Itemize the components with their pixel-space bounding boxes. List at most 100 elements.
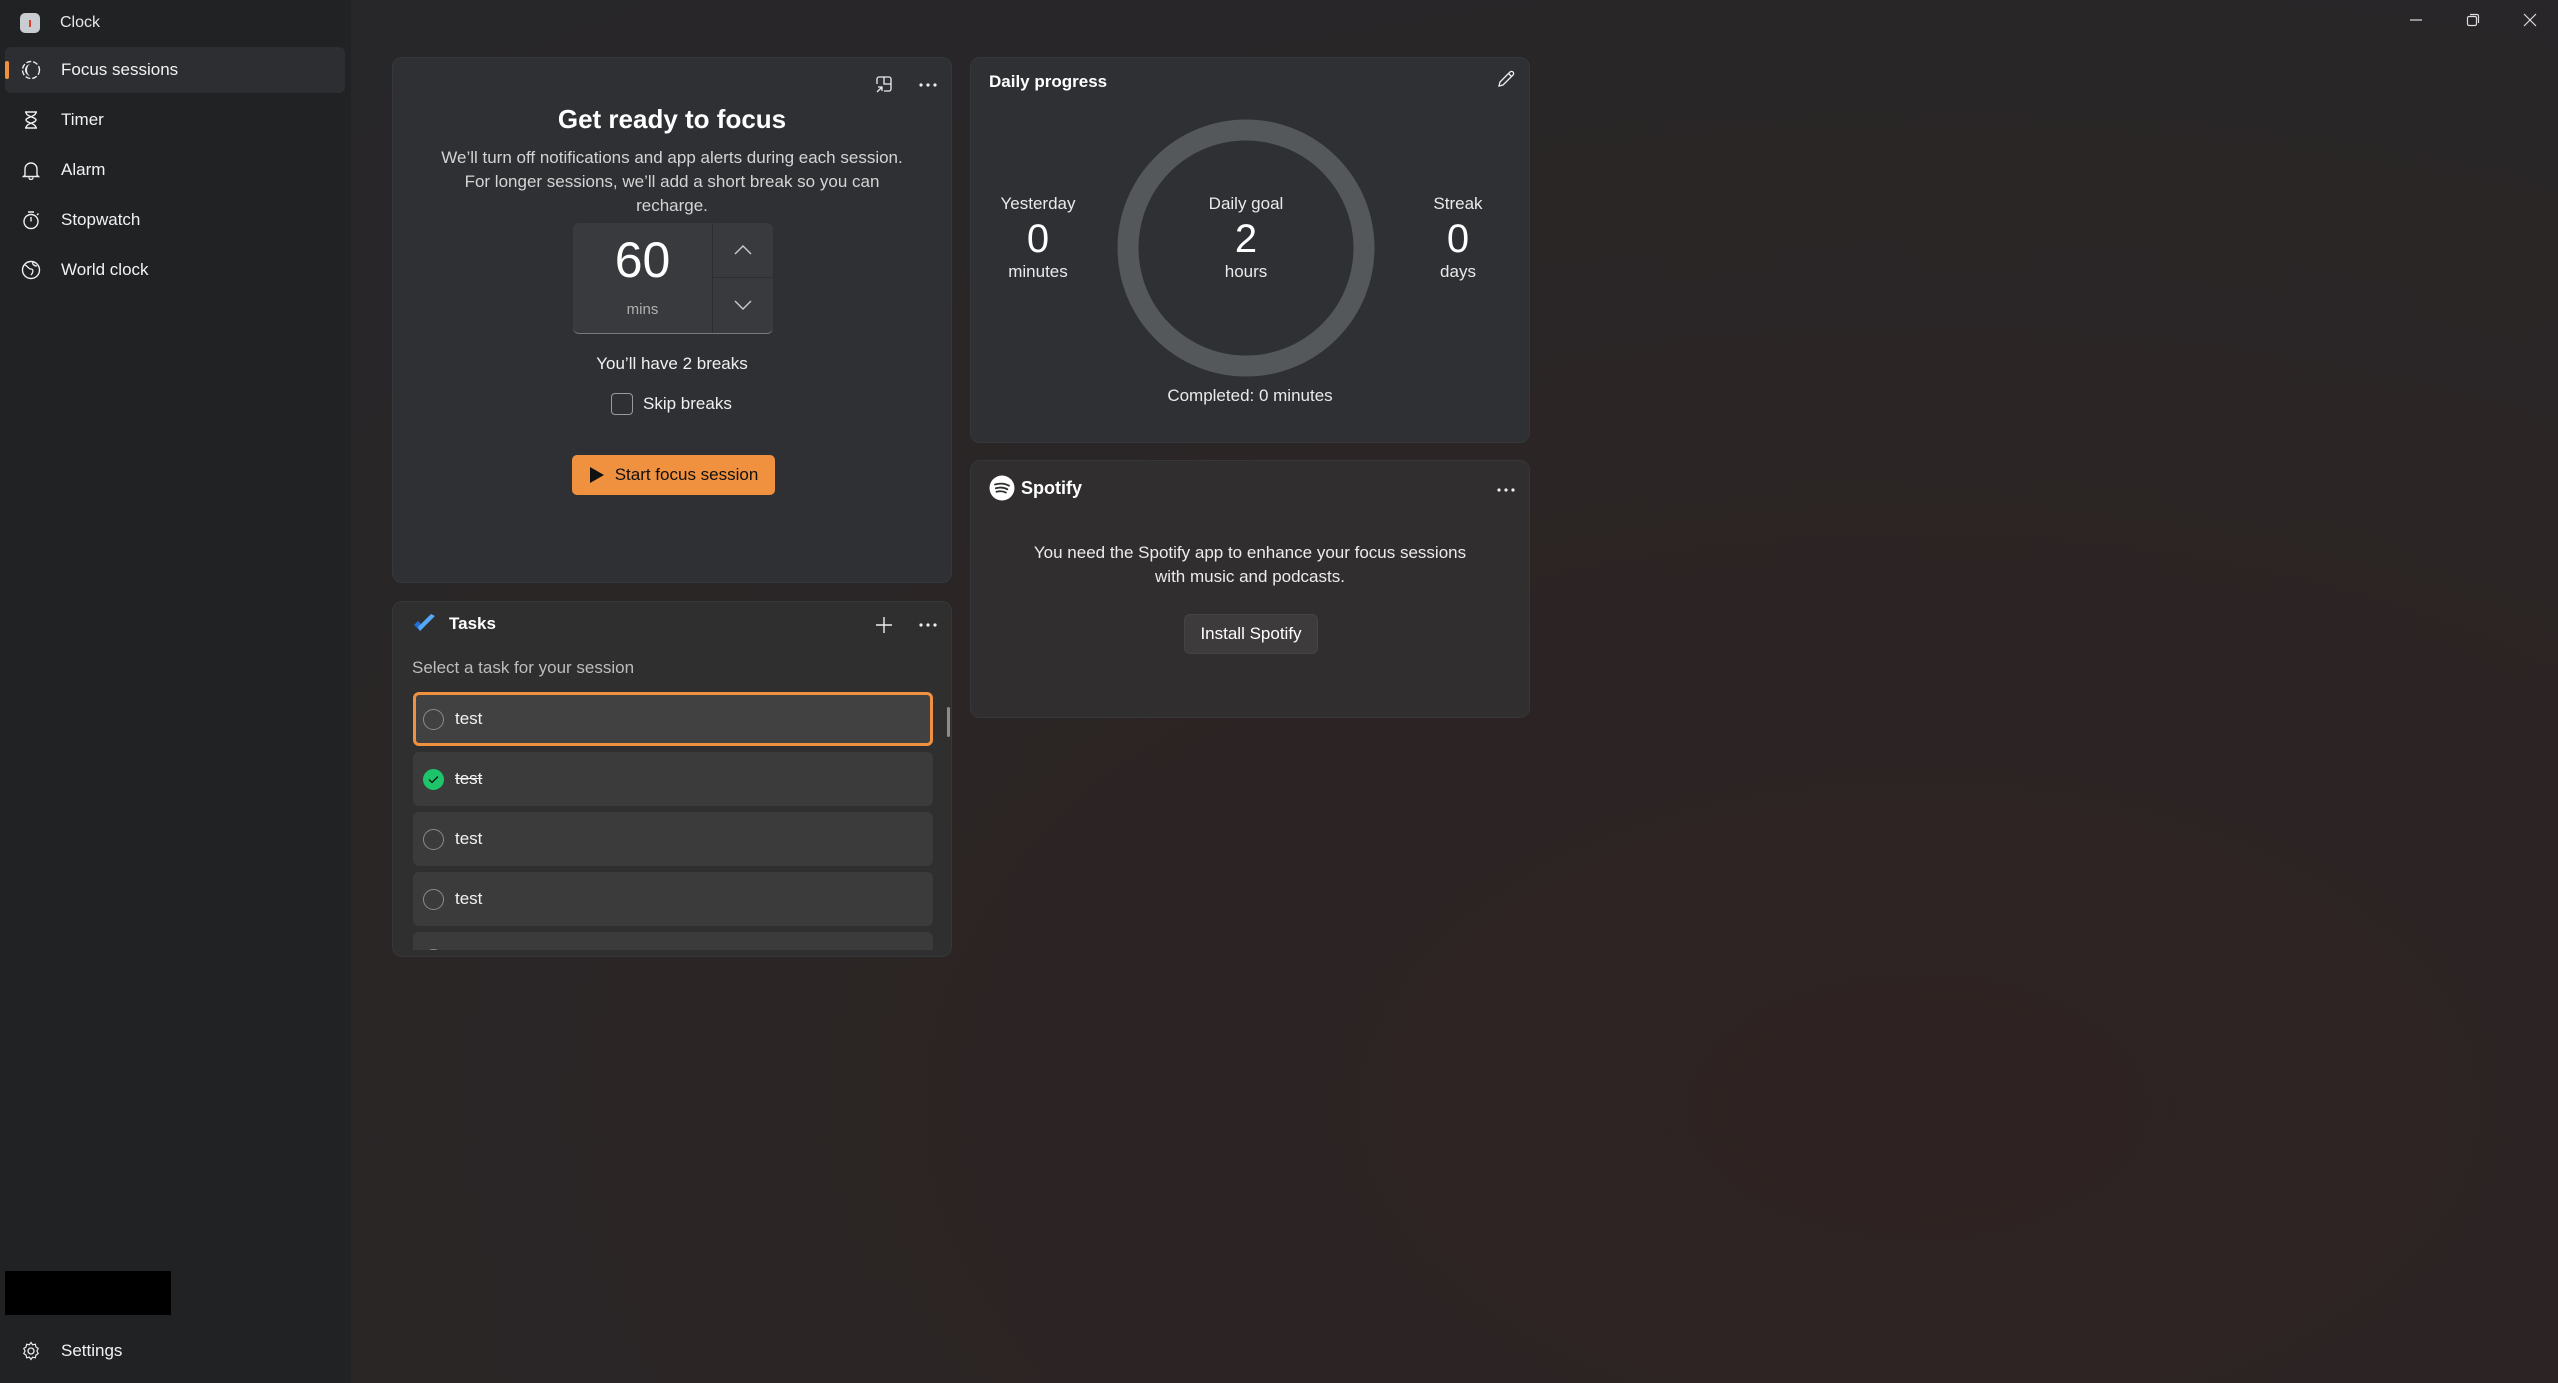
streak-value: 0 <box>1446 217 1470 261</box>
tasks-title: Tasks <box>449 614 496 633</box>
focus-session-card: Get ready to focus We’ll turn off notifi… <box>392 57 952 583</box>
checkbox-box[interactable] <box>611 393 633 415</box>
chevron-up-icon <box>734 245 752 255</box>
task-item[interactable]: test <box>413 872 933 926</box>
stopwatch-icon <box>21 210 41 230</box>
focus-icon <box>21 60 41 80</box>
app-title-bar: Clock <box>20 10 100 36</box>
task-complete-toggle[interactable] <box>423 708 444 730</box>
daily-goal-value: 2 <box>1234 217 1258 261</box>
edit-goal-button[interactable] <box>1489 62 1523 96</box>
task-complete-toggle[interactable] <box>423 888 444 910</box>
yesterday-unit: minutes <box>1008 262 1068 281</box>
app-title: Clock <box>60 14 101 31</box>
sidebar-item-timer[interactable]: Timer <box>5 97 345 143</box>
spotify-logo-icon <box>989 475 1015 501</box>
more-icon <box>1497 488 1515 492</box>
focus-title: Get ready to focus <box>557 104 787 134</box>
sidebar: Clock Focus sessions Timer Alarm Stopwat… <box>0 0 351 1383</box>
more-icon <box>919 623 937 627</box>
plus-icon <box>876 617 892 633</box>
minimize-button[interactable] <box>2388 0 2444 40</box>
skip-breaks-checkbox[interactable]: Skip breaks <box>611 393 732 415</box>
pencil-icon <box>1498 70 1515 87</box>
redacted-account-area <box>5 1271 171 1315</box>
daily-goal-label: Daily goal <box>1208 194 1284 213</box>
skip-breaks-label: Skip breaks <box>643 394 732 413</box>
daily-progress-title: Daily progress <box>989 72 1108 91</box>
restore-icon <box>2466 13 2480 27</box>
task-item[interactable]: test <box>413 692 933 746</box>
sidebar-item-stopwatch[interactable]: Stopwatch <box>5 197 345 243</box>
hourglass-icon <box>21 110 41 130</box>
checkmark-icon <box>428 775 439 783</box>
compact-overlay-button[interactable] <box>867 68 901 102</box>
settings-label: Settings <box>61 1341 123 1360</box>
chevron-down-icon <box>734 300 752 310</box>
sidebar-item-alarm[interactable]: Alarm <box>5 147 345 193</box>
streak-unit: days <box>1440 262 1476 281</box>
yesterday-value: 0 <box>1026 217 1050 261</box>
sidebar-item-label: Stopwatch <box>61 210 141 229</box>
play-icon <box>589 467 604 483</box>
sidebar-item-settings[interactable]: Settings <box>5 1328 345 1374</box>
task-item[interactable]: test <box>413 752 933 806</box>
sidebar-item-label: World clock <box>61 260 149 279</box>
duration-stepper[interactable]: 60 mins <box>573 223 773 334</box>
close-icon <box>2523 13 2537 27</box>
sidebar-item-focus-sessions[interactable]: Focus sessions <box>5 47 345 93</box>
todo-check-icon <box>414 614 435 631</box>
task-label: test <box>455 889 483 908</box>
streak-label: Streak <box>1433 194 1483 213</box>
task-label: test <box>455 829 483 848</box>
sidebar-item-world-clock[interactable]: World clock <box>5 247 345 293</box>
sidebar-nav: Focus sessions Timer Alarm Stopwatch Wor… <box>5 47 345 297</box>
sidebar-item-label: Timer <box>61 110 104 129</box>
spotify-more-options-button[interactable] <box>1489 473 1523 507</box>
compact-overlay-icon <box>876 76 892 93</box>
close-button[interactable] <box>2502 0 2558 40</box>
more-icon <box>919 83 937 87</box>
streak-stat: Streak 0 days <box>1388 194 1528 282</box>
task-complete-toggle[interactable] <box>423 768 444 790</box>
task-list-scrollbar[interactable] <box>947 707 950 737</box>
restore-button[interactable] <box>2445 0 2501 40</box>
sidebar-item-label: Alarm <box>61 160 106 179</box>
globe-icon <box>21 260 41 280</box>
duration-unit: mins <box>626 301 659 318</box>
spotify-card: Spotify You need the Spotify app to enha… <box>970 460 1530 718</box>
bell-icon <box>21 160 41 180</box>
yesterday-label: Yesterday <box>1000 194 1076 213</box>
task-label: test <box>455 709 483 728</box>
completed-text: Completed: 0 minutes <box>1167 386 1333 405</box>
gear-icon <box>21 1341 41 1361</box>
increase-duration-button[interactable] <box>713 223 773 278</box>
task-complete-toggle[interactable] <box>423 948 444 950</box>
tasks-card: Tasks Select a task for your session tes… <box>392 601 952 957</box>
start-focus-session-button[interactable]: Start focus session <box>572 455 775 495</box>
task-complete-toggle[interactable] <box>423 828 444 850</box>
start-focus-session-label: Start focus session <box>614 465 759 484</box>
task-item[interactable]: test <box>413 812 933 866</box>
minimize-icon <box>2410 19 2422 21</box>
more-options-button[interactable] <box>911 68 945 102</box>
daily-goal-unit: hours <box>1224 262 1268 281</box>
spotify-message: You need the Spotify app to enhance your… <box>1033 543 1467 586</box>
breaks-count-text: You’ll have 2 breaks <box>596 354 748 373</box>
tasks-header: Tasks <box>413 614 496 634</box>
task-label: test <box>455 769 483 788</box>
daily-goal-stat[interactable]: Daily goal 2 hours <box>1176 194 1316 282</box>
add-task-button[interactable] <box>867 608 901 642</box>
install-spotify-button[interactable]: Install Spotify <box>1184 614 1318 654</box>
yesterday-stat: Yesterday 0 minutes <box>968 194 1108 282</box>
spotify-brand: Spotify <box>989 475 1082 501</box>
sidebar-item-label: Focus sessions <box>61 60 179 79</box>
task-list: test test test test <box>413 692 933 950</box>
decrease-duration-button[interactable] <box>713 278 773 332</box>
daily-progress-card: Daily progress Yesterday 0 minutes Daily… <box>970 57 1530 443</box>
focus-description: We’ll turn off notifications and app ale… <box>441 148 903 215</box>
clock-app-icon <box>20 13 40 33</box>
tasks-more-options-button[interactable] <box>911 608 945 642</box>
task-item[interactable] <box>413 932 933 950</box>
duration-value[interactable]: 60 <box>573 231 712 289</box>
